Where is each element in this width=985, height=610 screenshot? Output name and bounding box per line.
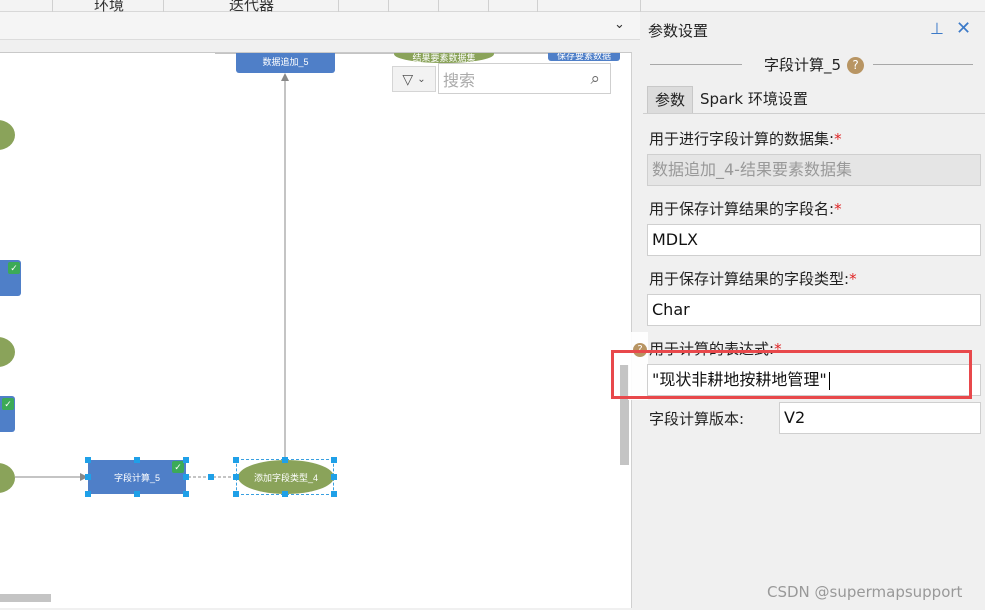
highlight-box [611, 350, 972, 399]
node-label: 添加字段类型_4 [253, 472, 318, 483]
dataset-label: 用于进行字段计算的数据集:* [649, 128, 842, 149]
selection-handle[interactable] [183, 474, 189, 480]
required-mark: * [834, 200, 842, 218]
label-text: 用于保存计算结果的字段类型: [649, 270, 850, 288]
field-type-label: 用于保存计算结果的字段类型:* [649, 268, 857, 289]
selection-handle[interactable] [233, 474, 239, 480]
version-select[interactable]: V2 [779, 402, 981, 434]
node-label: 字段计算_5 [113, 472, 160, 483]
selection-handle[interactable] [331, 474, 337, 480]
selection-handle[interactable] [134, 491, 140, 497]
required-mark: * [849, 270, 857, 288]
filter-icon: ▽ [402, 70, 414, 87]
group-title: 字段计算_5? [643, 54, 985, 78]
field-name-label: 用于保存计算结果的字段名:* [649, 198, 842, 219]
node-label: 保存要素数据 [556, 52, 611, 61]
close-icon[interactable]: ✕ [956, 18, 971, 39]
search-icon[interactable]: ⌕ [590, 69, 600, 89]
selection-handle[interactable] [208, 474, 214, 480]
horizontal-scrollbar[interactable] [0, 594, 51, 602]
divider [643, 113, 985, 114]
pin-icon[interactable]: ⊥ [930, 19, 944, 39]
required-mark: * [834, 130, 842, 148]
field-name-input[interactable]: MDLX [647, 224, 981, 256]
dataset-field: 数据追加_4-结果要素数据集 [647, 154, 981, 186]
node-label: 结果要素数据集 [412, 52, 476, 63]
node-add-field-type[interactable]: 添加字段类型_4 [238, 460, 334, 494]
check-icon: ✓ [8, 262, 20, 274]
version-label: 字段计算版本: [649, 410, 745, 428]
top-tab-strip: 环境 迭代器 [0, 0, 985, 14]
label-text: 用于进行字段计算的数据集: [649, 130, 835, 148]
chevron-down-icon: ⌄ [417, 73, 426, 85]
selection-handle[interactable] [85, 457, 91, 463]
node-save-dataset[interactable]: 保存要素数据 [548, 52, 620, 61]
selection-handle[interactable] [233, 491, 239, 497]
selection-handle[interactable] [183, 491, 189, 497]
tab-parameters[interactable]: 参数 [647, 86, 693, 113]
selection-handle[interactable] [331, 457, 337, 463]
check-icon: ✓ [2, 398, 14, 410]
chevron-down-icon[interactable]: ⌄ [614, 16, 625, 32]
selection-handle[interactable] [282, 457, 288, 463]
search-input[interactable] [441, 66, 575, 94]
selection-handle[interactable] [183, 457, 189, 463]
selection-handle[interactable] [233, 457, 239, 463]
connection-lines [15, 53, 548, 481]
filter-button[interactable]: ▽ ⌄ [392, 66, 436, 92]
selection-handle[interactable] [282, 491, 288, 497]
watermark: CSDN @supermapsupport [767, 583, 963, 601]
tab-spark-settings[interactable]: Spark 环境设置 [700, 86, 808, 113]
field-type-select[interactable]: Char [647, 294, 981, 326]
canvas-toolbar: ⌄ [0, 12, 640, 40]
selection-handle[interactable] [85, 491, 91, 497]
selection-handle[interactable] [134, 457, 140, 463]
label-text: 用于保存计算结果的字段名: [649, 200, 835, 218]
node-data-append[interactable]: 数据追加_5 [236, 53, 335, 73]
help-icon[interactable]: ? [847, 57, 865, 74]
search-box: ⌕ [438, 63, 611, 94]
node-label: 数据追加_5 [262, 56, 309, 67]
selection-handle[interactable] [331, 491, 337, 497]
model-canvas[interactable]: 数据追加_5 结果要素数据集 保存要素数据 ✓ ✓ 字段计算_5 ✓ 添加字段类… [0, 52, 632, 608]
group-title-text: 字段计算_5 [763, 56, 842, 74]
selection-handle[interactable] [85, 474, 91, 480]
